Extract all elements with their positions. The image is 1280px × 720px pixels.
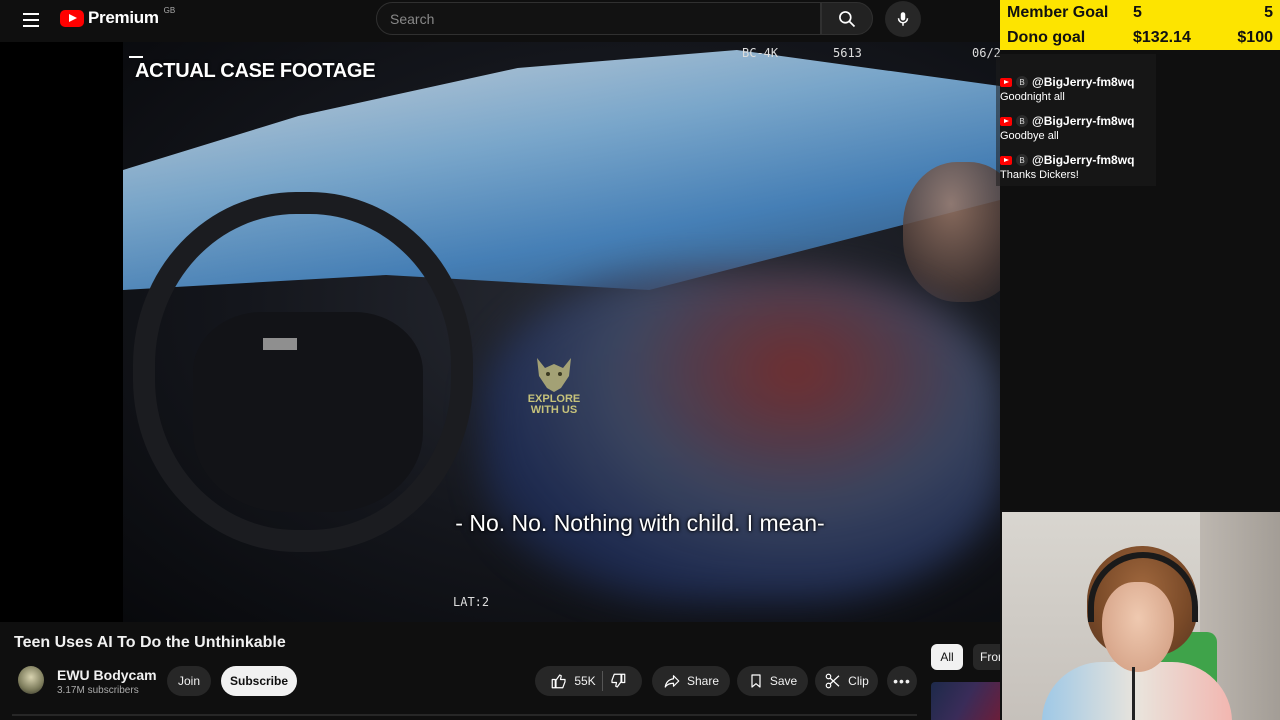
gps-latitude: LAT:2 [453, 595, 490, 609]
search-input[interactable] [390, 10, 820, 27]
top-bar: Premium GB [0, 0, 1000, 42]
dono-goal-current: $132.14 [1133, 29, 1191, 46]
more-actions-button[interactable]: ••• [887, 666, 917, 696]
chat-message: B @BigJerry-fm8wq Thanks Dickers! [1000, 152, 1158, 181]
wolf-logo-icon [537, 358, 571, 392]
chevrolet-logo [263, 338, 297, 350]
officer-figure [903, 162, 1000, 302]
join-button[interactable]: Join [167, 666, 211, 696]
member-badge-icon: B [1016, 76, 1028, 88]
channel-name[interactable]: EWU Bodycam [57, 667, 157, 683]
dono-goal-row: Dono goal $132.14 $100 [1007, 27, 1273, 49]
chat-text: Thanks Dickers! [1000, 169, 1079, 181]
streamer-webcam [1000, 510, 1280, 720]
subscribe-button[interactable]: Subscribe [221, 666, 297, 696]
join-label: Join [177, 674, 200, 688]
clip-button[interactable]: Clip [815, 666, 878, 696]
chat-overlay: B @BigJerry-fm8wq Goodnight all B @BigJe… [996, 54, 1156, 186]
chat-message: B @BigJerry-fm8wq Goodbye all [1000, 113, 1158, 142]
share-arrow-icon [664, 675, 680, 688]
share-label: Share [686, 674, 720, 688]
chat-text: Goodbye all [1000, 130, 1059, 142]
steering-hub [193, 312, 423, 512]
blurred-region [483, 272, 1000, 602]
more-dots-icon: ••• [893, 673, 911, 689]
logo-country-code: GB [163, 5, 176, 15]
search-button[interactable] [821, 2, 873, 35]
member-goal-label: Member Goal [1007, 4, 1109, 21]
subscribe-label: Subscribe [229, 674, 289, 688]
chat-username: @BigJerry-fm8wq [1032, 114, 1135, 128]
channel-avatar[interactable] [18, 666, 44, 694]
save-label: Save [769, 674, 798, 688]
member-badge-icon: B [1016, 115, 1028, 127]
youtube-chat-icon [1000, 116, 1012, 126]
like-dislike-group: 55K [535, 666, 642, 696]
thumbs-up-icon[interactable] [550, 672, 568, 690]
microphone-icon [897, 12, 909, 26]
voice-search-button[interactable] [885, 1, 921, 37]
chat-username: @BigJerry-fm8wq [1032, 75, 1135, 89]
related-video-thumbnail[interactable] [931, 682, 1000, 720]
dono-goal-target: $100 [1237, 29, 1273, 46]
chat-username: @BigJerry-fm8wq [1032, 153, 1135, 167]
save-button[interactable]: Save [737, 666, 808, 696]
member-badge-icon: B [1016, 154, 1028, 166]
like-count[interactable]: 55K [574, 674, 595, 688]
chip-all-label: All [940, 650, 954, 664]
bodycam-number: 5613 [833, 46, 862, 60]
dono-goal-label: Dono goal [1007, 29, 1086, 46]
video-title: Teen Uses AI To Do the Unthinkable [14, 634, 286, 651]
hamburger-menu-icon[interactable] [18, 9, 44, 31]
caption-text: - No. No. Nothing with child. I mean- [455, 510, 825, 536]
chat-text: Goodnight all [1000, 91, 1065, 103]
chip-from-label: From [980, 650, 1000, 664]
like-divider [601, 671, 603, 691]
member-goal-target: 5 [1264, 4, 1273, 21]
footage-label: ACTUAL CASE FOOTAGE [128, 56, 376, 82]
chip-all[interactable]: All [931, 644, 963, 670]
chat-message: B @BigJerry-fm8wq Goodnight all [1000, 74, 1158, 103]
subscriber-count: 3.17M subscribers [57, 685, 139, 696]
watermark-text: EXPLORE WITH US [527, 393, 581, 416]
description-box-edge [12, 714, 917, 716]
member-goal-row: Member Goal 5 5 [1007, 2, 1273, 24]
thumbs-down-icon[interactable] [609, 672, 627, 690]
youtube-logo-icon [60, 9, 84, 27]
bodycam-model: BC-4K [742, 46, 779, 60]
headset-cord [1132, 667, 1135, 720]
youtube-premium-logo[interactable]: Premium GB [60, 5, 176, 28]
stream-goal-panel: Member Goal 5 5 Dono goal $132.14 $100 [1000, 0, 1280, 50]
member-goal-current: 5 [1133, 4, 1142, 21]
scissors-icon [825, 673, 840, 689]
logo-text: Premium [88, 8, 159, 27]
youtube-chat-icon [1000, 155, 1012, 165]
channel-watermark: EXPLORE WITH US [522, 354, 586, 416]
bookmark-icon [751, 674, 761, 688]
youtube-chat-icon [1000, 77, 1012, 87]
chip-from-channel[interactable]: From [973, 644, 1000, 670]
share-button[interactable]: Share [652, 666, 730, 696]
clip-label: Clip [848, 674, 869, 688]
search-icon [839, 10, 856, 27]
search-box [376, 2, 821, 35]
